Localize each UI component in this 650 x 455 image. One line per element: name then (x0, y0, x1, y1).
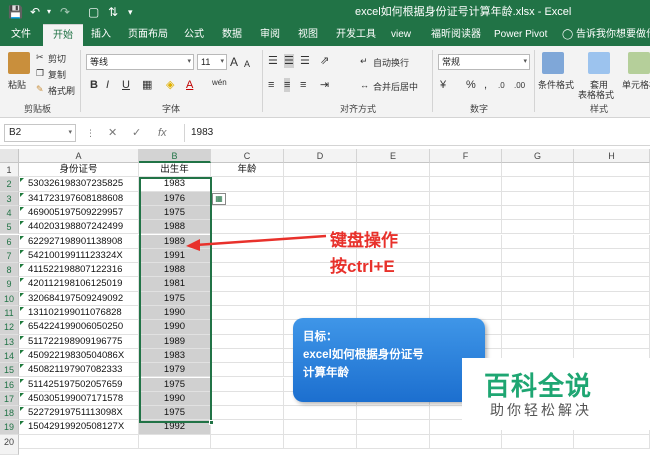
callout-line2: excel如何根据身份证号 (303, 349, 424, 361)
annotation-line1: 键盘操作 (330, 231, 398, 250)
annotation-line2: 按ctrl+E (330, 257, 395, 276)
excel-window: 💾 ↶ ▾ ↷ ▢ ⇅ ▾ excel如何根据身份证号计算年龄.xlsx - E… (0, 0, 650, 455)
watermark-title: 百科全说 (484, 371, 593, 401)
goal-callout: 目标： excel如何根据身份证号 计算年龄 (293, 318, 485, 402)
watermark: 百科全说 助你轻松解决 (462, 358, 650, 430)
callout-line1: 目标： (303, 331, 338, 343)
callout-line3: 计算年龄 (303, 367, 349, 379)
watermark-subtitle: 助你轻松解决 (490, 402, 592, 418)
